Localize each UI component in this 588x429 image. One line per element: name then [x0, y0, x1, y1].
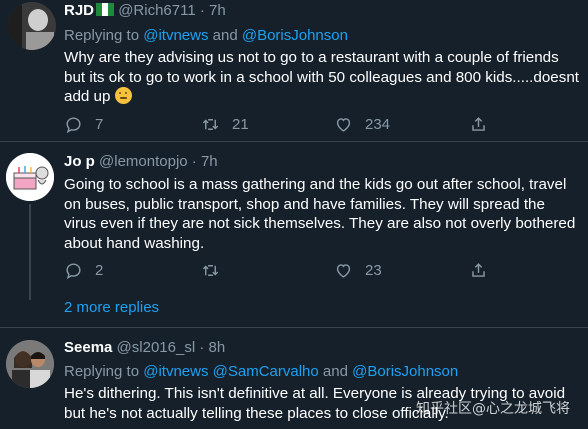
- tweet-jo-p[interactable]: Jo p @lemontopjo · 7h Going to school is…: [0, 142, 588, 327]
- thinking-face-icon: [114, 87, 132, 104]
- tweet-rjd[interactable]: RJD @Rich6711 · 7h Replying to @itvnews …: [0, 0, 588, 141]
- couple-photo-avatar-icon: [6, 340, 54, 388]
- user-handle[interactable]: @Rich6711: [118, 2, 196, 19]
- like-count: 234: [365, 115, 391, 133]
- like-button[interactable]: 234: [334, 113, 390, 135]
- watermark: 知乎社区@心之龙城飞将: [416, 401, 570, 417]
- user-handle[interactable]: @sl2016_sl: [117, 339, 196, 356]
- thread-line: [29, 204, 31, 300]
- reply-icon: [66, 262, 81, 279]
- mention-link[interactable]: @BorisJohnson: [242, 27, 348, 44]
- tweet-header: Jo p @lemontopjo · 7h: [64, 152, 218, 172]
- more-replies-link[interactable]: 2 more replies: [64, 298, 159, 318]
- replying-to: Replying to @itvnews and @BorisJohnson: [64, 26, 348, 46]
- display-name[interactable]: RJD: [64, 2, 94, 19]
- replying-to: Replying to @itvnews @SamCarvalho and @B…: [64, 362, 458, 382]
- mention-link[interactable]: @SamCarvalho: [213, 363, 319, 380]
- mention-joiner: and: [212, 27, 238, 44]
- share-icon: [472, 262, 485, 277]
- share-button[interactable]: [469, 113, 488, 135]
- retweet-icon: [202, 264, 219, 276]
- avatar[interactable]: [6, 153, 54, 201]
- mention-link[interactable]: @itvnews: [143, 363, 208, 380]
- retweet-icon: [202, 118, 219, 130]
- share-icon: [472, 116, 485, 131]
- timestamp[interactable]: · 7h: [192, 153, 218, 170]
- reply-prefix: Replying to: [64, 27, 140, 44]
- reply-prefix: Replying to: [64, 363, 140, 380]
- reply-icon: [66, 116, 81, 133]
- share-button[interactable]: [469, 259, 488, 281]
- mention-link[interactable]: @BorisJohnson: [352, 363, 458, 380]
- user-handle[interactable]: @lemontopjo: [99, 153, 188, 170]
- reply-button[interactable]: 2: [64, 259, 103, 281]
- heart-icon: [336, 263, 351, 278]
- nigeria-flag-icon: [96, 2, 115, 16]
- mention-link[interactable]: @itvnews: [143, 27, 208, 44]
- reply-button[interactable]: 7: [64, 113, 103, 135]
- reply-count: 2: [95, 261, 104, 279]
- cake-drawing-avatar-icon: [6, 153, 54, 201]
- person-photo-avatar-icon: [8, 2, 56, 50]
- tweet-actions: 7 21 234: [64, 113, 485, 135]
- timestamp[interactable]: · 7h: [200, 2, 226, 19]
- retweet-count: 21: [232, 115, 249, 133]
- like-button[interactable]: 23: [334, 259, 382, 281]
- tweet-header: Seema @sl2016_sl · 8h: [64, 338, 225, 358]
- tweet-text-content: Why are they advising us not to go to a …: [64, 49, 579, 105]
- heart-icon: [336, 117, 351, 132]
- like-count: 23: [365, 261, 382, 279]
- reply-count: 7: [95, 115, 104, 133]
- mention-joiner: and: [322, 363, 348, 380]
- tweet-text: Going to school is a mass gathering and …: [64, 176, 576, 252]
- tweet-feed: RJD @Rich6711 · 7h Replying to @itvnews …: [0, 0, 588, 429]
- display-name[interactable]: Jo p: [64, 153, 95, 170]
- tweet-header: RJD @Rich6711 · 7h: [64, 1, 226, 21]
- timestamp[interactable]: · 8h: [199, 339, 225, 356]
- tweet-text: Why are they advising us not to go to a …: [64, 48, 579, 107]
- retweet-button[interactable]: [201, 259, 232, 281]
- avatar[interactable]: [8, 2, 56, 50]
- display-name[interactable]: Seema: [64, 339, 112, 356]
- avatar[interactable]: [6, 340, 54, 388]
- tweet-actions: 2 23: [64, 259, 485, 281]
- retweet-button[interactable]: 21: [201, 113, 249, 135]
